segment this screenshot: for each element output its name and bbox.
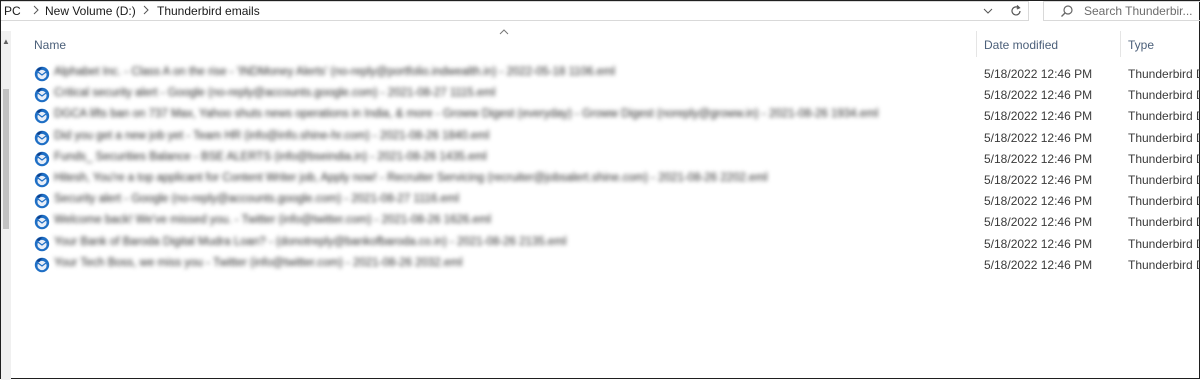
thunderbird-icon (34, 151, 50, 166)
file-name[interactable]: Your Bank of Baroda Digital Mudra Loan? … (54, 236, 566, 248)
column-date-modified[interactable]: Date modified (984, 38, 1058, 52)
file-date-modified: 5/18/2022 12:46 PM (984, 67, 1093, 81)
breadcrumb-thunderbird-emails[interactable]: Thunderbird emails (157, 4, 260, 18)
column-header: Name Date modified Type (11, 29, 1200, 57)
file-type: Thunderbird D (1128, 257, 1200, 272)
file-row[interactable]: Critical security alert - Google (no-rep… (11, 84, 1200, 105)
thunderbird-icon (34, 130, 50, 145)
thunderbird-icon (34, 87, 50, 103)
file-name[interactable]: Alphabet Inc. - Class A on the rise - 'I… (54, 66, 615, 78)
file-type: Thunderbird D (1128, 88, 1200, 103)
breadcrumb-pc[interactable]: PC (4, 4, 21, 18)
scroll-up-icon[interactable]: ▲ (2, 37, 10, 46)
chevron-right-icon[interactable] (31, 3, 41, 17)
breadcrumb-new-volume[interactable]: New Volume (D:) (45, 4, 136, 18)
file-name[interactable]: DGCA lifts ban on 737 Max, Yahoo shuts n… (54, 108, 878, 120)
file-type: Thunderbird D (1128, 194, 1200, 209)
file-date-modified: 5/18/2022 12:46 PM (984, 88, 1093, 103)
thunderbird-icon (34, 66, 50, 82)
sort-ascending-icon (499, 29, 509, 35)
thunderbird-icon (34, 236, 50, 251)
file-name[interactable]: Security alert - Google (no-reply@accoun… (54, 193, 459, 205)
thunderbird-icon (34, 257, 50, 272)
file-type: Thunderbird D (1128, 130, 1200, 145)
file-date-modified: 5/18/2022 12:46 PM (984, 172, 1093, 187)
file-type: Thunderbird D (1128, 236, 1200, 251)
refresh-icon (1010, 5, 1021, 16)
file-row[interactable]: Security alert - Google (no-reply@accoun… (11, 190, 1200, 211)
nav-pane-scrollbar[interactable]: ▲ (1, 31, 11, 380)
thunderbird-icon (34, 193, 50, 209)
file-date-modified: 5/18/2022 12:46 PM (984, 130, 1093, 145)
file-type: Thunderbird D (1128, 172, 1200, 187)
scrollbar-thumb[interactable] (3, 89, 9, 229)
file-row[interactable]: Your Tech Boss, we miss you - Twitter (i… (11, 254, 1200, 275)
file-row[interactable]: Did you get a new job yet - Team HR (inf… (11, 127, 1200, 148)
file-row[interactable]: DGCA lifts ban on 737 Max, Yahoo shuts n… (11, 105, 1200, 126)
file-row[interactable]: Alphabet Inc. - Class A on the rise - 'I… (11, 63, 1200, 84)
file-type: Thunderbird D (1128, 109, 1200, 124)
column-type[interactable]: Type (1128, 38, 1154, 52)
file-list: Alphabet Inc. - Class A on the rise - 'I… (11, 63, 1200, 275)
file-name[interactable]: Did you get a new job yet - Team HR (inf… (54, 130, 489, 142)
file-type: Thunderbird D (1128, 151, 1200, 166)
address-bar[interactable]: PC New Volume (D:) Thunderbird emails (1, 1, 1029, 21)
file-date-modified: 5/18/2022 12:46 PM (984, 151, 1093, 166)
file-type: Thunderbird D (1128, 67, 1200, 81)
thunderbird-icon (34, 109, 50, 124)
file-row[interactable]: Hitesh, You're a top applicant for Conte… (11, 169, 1200, 190)
file-name[interactable]: Hitesh, You're a top applicant for Conte… (54, 172, 768, 184)
column-name[interactable]: Name (34, 38, 66, 52)
file-name[interactable]: Your Tech Boss, we miss you - Twitter (i… (54, 257, 462, 269)
chevron-right-icon[interactable] (141, 3, 151, 17)
column-divider[interactable] (1120, 31, 1121, 57)
column-divider[interactable] (976, 31, 977, 57)
file-name[interactable]: Funds_ Securities Balance - BSE ALERTS (… (54, 151, 487, 163)
file-date-modified: 5/18/2022 12:46 PM (984, 109, 1093, 124)
file-date-modified: 5/18/2022 12:46 PM (984, 257, 1093, 272)
chevron-down-icon[interactable] (977, 2, 999, 21)
file-row[interactable]: Funds_ Securities Balance - BSE ALERTS (… (11, 148, 1200, 169)
file-row[interactable]: Your Bank of Baroda Digital Mudra Loan? … (11, 233, 1200, 254)
thunderbird-icon (34, 172, 50, 188)
file-row[interactable]: Welcome back! We've missed you. - Twitte… (11, 211, 1200, 232)
file-date-modified: 5/18/2022 12:46 PM (984, 236, 1093, 251)
search-placeholder: Search Thunderbir... (1084, 4, 1193, 18)
thunderbird-icon (34, 215, 50, 230)
search-icon (1061, 5, 1073, 17)
file-date-modified: 5/18/2022 12:46 PM (984, 215, 1093, 230)
search-input[interactable]: Search Thunderbir... (1043, 1, 1200, 21)
file-name[interactable]: Critical security alert - Google (no-rep… (54, 87, 495, 99)
file-name[interactable]: Welcome back! We've missed you. - Twitte… (54, 214, 491, 226)
file-date-modified: 5/18/2022 12:46 PM (984, 194, 1093, 209)
refresh-button[interactable] (1003, 1, 1029, 21)
file-type: Thunderbird D (1128, 215, 1200, 230)
